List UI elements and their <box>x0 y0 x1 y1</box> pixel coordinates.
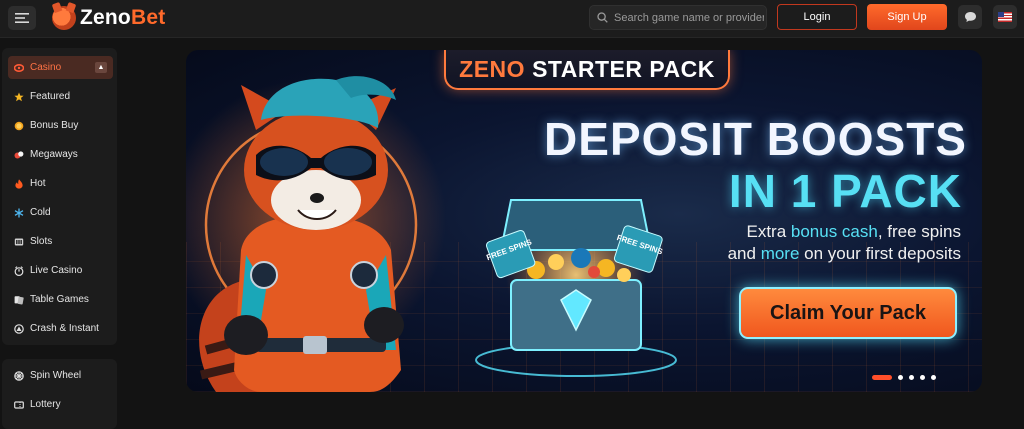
sidebar-item-featured[interactable]: Featured <box>8 85 113 108</box>
extras-menu-panel: Spin Wheel Lottery <box>2 359 117 429</box>
sidebar-item-lottery[interactable]: Lottery <box>8 393 113 416</box>
sidebar-item-bonus-buy[interactable]: Bonus Buy <box>8 114 113 137</box>
sidebar-item-label: Table Games <box>30 294 89 305</box>
top-bar: ZenoBet Login Sign Up <box>0 0 1024 38</box>
sidebar-item-megaways[interactable]: Megaways <box>8 143 113 166</box>
sidebar-item-table-games[interactable]: Table Games <box>8 288 113 311</box>
live-icon <box>14 265 24 276</box>
headline-line-2: IN 1 PACK <box>728 165 962 217</box>
logo-text: ZenoBet <box>80 6 166 29</box>
sidebar-item-live-casino[interactable]: Live Casino <box>8 259 113 282</box>
sidebar-item-label: Lottery <box>30 399 61 410</box>
promo-banner[interactable]: FREE SPINS FREE SPINS ZENO STARTER PACK … <box>186 50 982 392</box>
red-panda-logo-icon <box>52 6 76 30</box>
crash-icon <box>14 323 24 334</box>
logo[interactable]: ZenoBet <box>52 5 165 31</box>
star-icon <box>14 92 24 101</box>
sidebar-item-hot[interactable]: Hot <box>8 172 113 195</box>
menu-icon <box>15 13 29 23</box>
cards-icon <box>14 295 24 304</box>
sidebar-item-label: Spin Wheel <box>30 370 82 381</box>
chat-icon <box>964 12 976 22</box>
carousel-dot[interactable] <box>931 375 936 380</box>
banner-subtitle: Extra bonus cash, free spins and more on… <box>727 222 961 263</box>
search-icon <box>597 12 608 23</box>
lottery-icon <box>14 400 24 409</box>
sidebar-item-label: Hot <box>30 178 46 189</box>
sidebar-item-label: Featured <box>30 91 71 102</box>
sidebar-item-label: Casino <box>30 62 62 73</box>
sidebar-item-label: Cold <box>30 207 51 218</box>
sidebar-item-label: Live Casino <box>30 265 83 276</box>
language-button[interactable] <box>993 5 1017 29</box>
us-flag-icon <box>998 12 1012 22</box>
claim-pack-button[interactable]: Claim Your Pack <box>739 287 957 339</box>
casino-menu-panel: Casino ▲ Featured Bonus Buy Megaways Hot… <box>2 48 117 345</box>
coin-icon <box>14 121 24 130</box>
pack-tag-brand: ZENO <box>459 55 526 82</box>
menu-toggle-button[interactable] <box>8 6 36 30</box>
carousel-dot[interactable] <box>898 375 903 380</box>
starter-pack-tag: ZENO STARTER PACK <box>444 50 730 90</box>
casino-icon <box>14 63 24 72</box>
carousel-dots <box>872 375 936 380</box>
chat-button[interactable] <box>958 5 982 29</box>
sidebar-item-label: Slots <box>30 236 53 247</box>
sidebar-item-spin-wheel[interactable]: Spin Wheel <box>8 364 113 387</box>
snowflake-icon <box>14 208 24 217</box>
chevron-up-icon[interactable]: ▲ <box>95 62 107 73</box>
sidebar-item-crash-instant[interactable]: Crash & Instant <box>8 317 113 340</box>
carousel-dot-active[interactable] <box>872 375 892 380</box>
login-button[interactable]: Login <box>777 4 857 30</box>
sidebar-item-slots[interactable]: Slots <box>8 230 113 253</box>
carousel-dot[interactable] <box>909 375 914 380</box>
signup-button[interactable]: Sign Up <box>867 4 947 30</box>
carousel-dot[interactable] <box>920 375 925 380</box>
wheel-icon <box>14 370 24 381</box>
pack-tag-title: STARTER PACK <box>532 55 715 82</box>
search-box[interactable] <box>589 5 767 30</box>
headline-line-1: DEPOSIT BOOSTS <box>544 113 967 165</box>
sidebar-item-label: Crash & Instant <box>30 323 99 334</box>
sidebar-item-label: Megaways <box>30 149 78 160</box>
megaways-icon <box>14 150 24 158</box>
sidebar-item-cold[interactable]: Cold <box>8 201 113 224</box>
flame-icon <box>15 178 23 189</box>
sidebar-item-label: Bonus Buy <box>30 120 79 131</box>
slots-icon <box>14 238 24 245</box>
search-input[interactable] <box>614 11 764 24</box>
sidebar-item-casino[interactable]: Casino ▲ <box>8 56 113 79</box>
